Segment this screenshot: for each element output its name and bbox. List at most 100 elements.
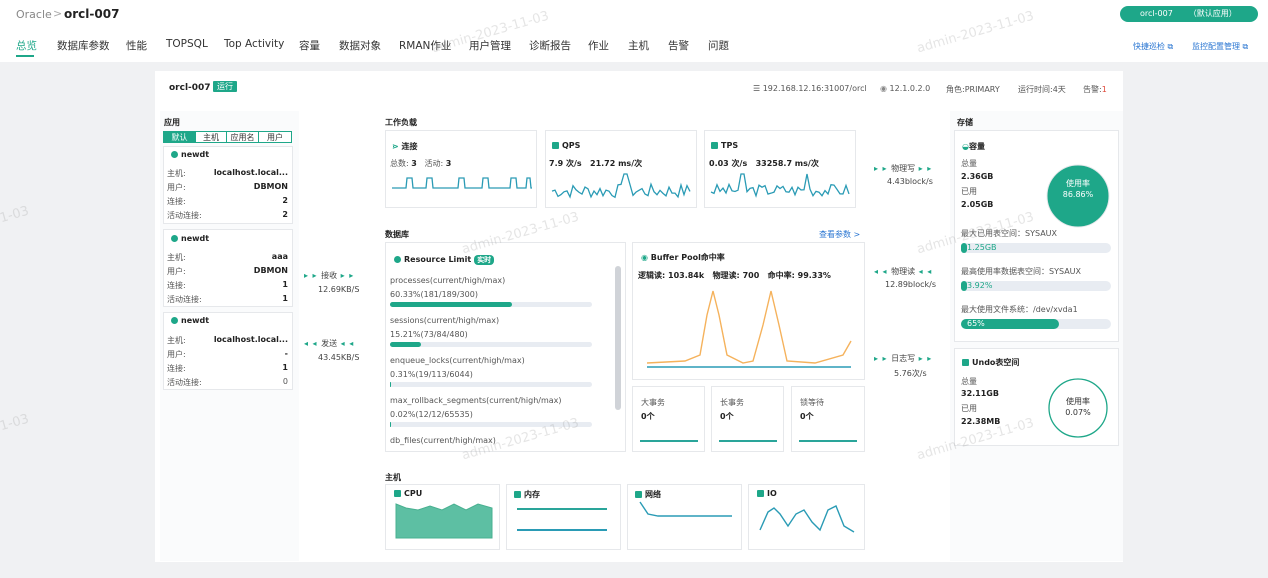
log-write-arrows: ▸ ▸ 日志写 ▸ ▸ [874, 354, 933, 363]
long-transaction-value: 0个 [720, 412, 734, 421]
status-badge: 运行 [213, 81, 237, 92]
io-card-title: IO [757, 489, 777, 498]
capacity-used-label: 已用 [961, 187, 977, 196]
app-item-user-label: 用户: [167, 183, 186, 192]
app-item-name: newdt [171, 150, 209, 159]
lock-wait-value: 0个 [800, 412, 814, 421]
resource-limit-item-name: max_rollback_segments(current/high/max) [390, 396, 562, 405]
nav-tab-alerts[interactable]: 告警 [668, 38, 689, 53]
resource-limit-item-value: 0.31%(19/113/6044) [390, 370, 473, 379]
realtime-tag: 实时 [474, 255, 495, 265]
nav-tab-jobs[interactable]: 作业 [588, 38, 609, 53]
nav-tab-db-params[interactable]: 数据库参数 [57, 38, 110, 53]
undo-donut-value: 0.07% [1065, 408, 1091, 417]
big-transaction-value: 0个 [641, 412, 655, 421]
app-tab-host[interactable]: 主机 [195, 131, 227, 143]
app-item-active: 0 [282, 377, 288, 386]
nav-tab-performance[interactable]: 性能 [126, 38, 147, 53]
qps-icon [552, 142, 559, 149]
instance-name: orcl-007 [169, 83, 211, 93]
instance-alerts[interactable]: 告警:1 [1083, 84, 1107, 95]
cpu-card-title: CPU [394, 489, 422, 498]
app-item-active: 1 [282, 294, 288, 303]
monitor-config-link[interactable]: 监控配置管理 ⧉ [1192, 41, 1248, 52]
app-item-user: DBMON [253, 266, 288, 275]
connection-card-title: ⋗ 连接 [392, 142, 418, 151]
undo-used-label: 已用 [961, 404, 977, 413]
instance-pill-tag: （默认应用） [1188, 9, 1237, 18]
physical-write-rate: 4.43block/s [887, 177, 933, 186]
capacity-title: ◒容量 [962, 142, 985, 151]
app-item-user-label: 用户: [167, 350, 186, 359]
application-title: 应用 [164, 118, 180, 127]
memory-line-1 [517, 508, 607, 510]
capacity-donut-value: 86.86% [1062, 190, 1094, 199]
nav-tab-top-activity[interactable]: Top Activity [224, 38, 284, 50]
memory-icon [514, 491, 521, 498]
qps-sparkline [551, 173, 691, 199]
send-rate: 43.45KB/S [318, 353, 360, 362]
long-transaction-line [719, 440, 777, 442]
big-transaction-label: 大事务 [641, 398, 665, 407]
radio-dot-icon: ◉ [641, 253, 648, 262]
big-transaction-line [640, 440, 698, 442]
memory-card-title: 内存 [514, 489, 540, 500]
external-link-icon: ⧉ [1167, 42, 1174, 51]
cpu-chart [395, 503, 493, 539]
qps-card-title: QPS [552, 141, 580, 150]
buffer-pool-chart [646, 290, 852, 368]
shield-icon [171, 151, 178, 158]
resource-limit-title: Resource Limit 实时 [394, 255, 495, 265]
memory-line-2 [517, 529, 607, 531]
app-item-user: - [284, 349, 288, 358]
flow-left-arrows: ◂ ◂ 发送 ◂ ◂ [304, 339, 355, 348]
app-item-host: localhost.local... [213, 335, 288, 344]
tps-card-title: TPS [711, 141, 738, 150]
nav-tab-overview[interactable]: 总览 [16, 38, 37, 53]
tps-sparkline [710, 173, 850, 198]
instance-role: 角色:PRIMARY [946, 85, 1000, 94]
io-chart [759, 505, 855, 533]
max-rate-tablespace-bar: 3.92% [961, 281, 1111, 291]
log-write-rate: 5.76次/s [894, 369, 927, 378]
nav-tab-issues[interactable]: 问题 [708, 38, 729, 53]
breadcrumb-root[interactable]: Oracle [16, 8, 52, 21]
resource-limit-card [385, 242, 626, 452]
app-tab-default[interactable]: 默认 [163, 131, 196, 143]
capacity-total: 2.36GB [961, 172, 994, 181]
instance-version: ◉ 12.1.0.2.0 [880, 84, 931, 93]
nav-tab-user-management[interactable]: 用户管理 [469, 38, 511, 53]
nav-tab-topsql[interactable]: TOPSQL [166, 38, 208, 50]
lock-wait-line [799, 440, 857, 442]
app-item-conn-label: 连接: [167, 197, 186, 206]
app-item-conn: 1 [282, 363, 288, 372]
app-item-host: aaa [271, 252, 288, 261]
nav-tab-capacity[interactable]: 容量 [299, 38, 320, 53]
app-item-user-label: 用户: [167, 267, 186, 276]
resource-limit-item-name: db_files(current/high/max) [390, 436, 496, 445]
workload-title: 工作负载 [385, 118, 417, 127]
resource-limit-item-bar [390, 302, 592, 307]
resource-limit-scrollbar[interactable] [615, 266, 621, 410]
view-params-link[interactable]: 查看参数 > [819, 229, 860, 240]
resource-limit-item-bar [390, 422, 592, 427]
nav-tab-host[interactable]: 主机 [628, 38, 649, 53]
max-filesystem-label: 最大使用文件系统：/dev/xvda1 [961, 305, 1078, 314]
instance-uptime: 运行时间:4天 [1018, 85, 1066, 94]
resource-limit-item-value: 15.21%(73/84/480) [390, 330, 468, 339]
nav-tab-data-objects[interactable]: 数据对象 [339, 38, 381, 53]
quick-inspection-link[interactable]: 快捷巡检 ⧉ [1133, 41, 1173, 52]
qps-values: 7.9 次/s 21.72 ms/次 [549, 159, 643, 168]
instance-selector-pill[interactable]: orcl-007 （默认应用） [1120, 6, 1258, 22]
instance-pill-name: orcl-007 [1140, 9, 1173, 18]
nav-tab-rman-jobs[interactable]: RMAN作业 [399, 38, 451, 53]
app-tab-user[interactable]: 用户 [258, 131, 292, 143]
nav-tab-diagnostic-report[interactable]: 诊断报告 [529, 38, 571, 53]
breadcrumb-separator: > [53, 7, 63, 20]
app-tab-app-name[interactable]: 应用名 [226, 131, 259, 143]
capacity-total-label: 总量 [961, 159, 977, 168]
app-item-conn: 2 [282, 196, 288, 205]
watermark: admin-2023-11-03 [0, 411, 31, 460]
flow-right-arrows: ▸ ▸ 接收 ▸ ▸ [304, 271, 355, 280]
physical-read-rate: 12.89block/s [885, 280, 936, 289]
